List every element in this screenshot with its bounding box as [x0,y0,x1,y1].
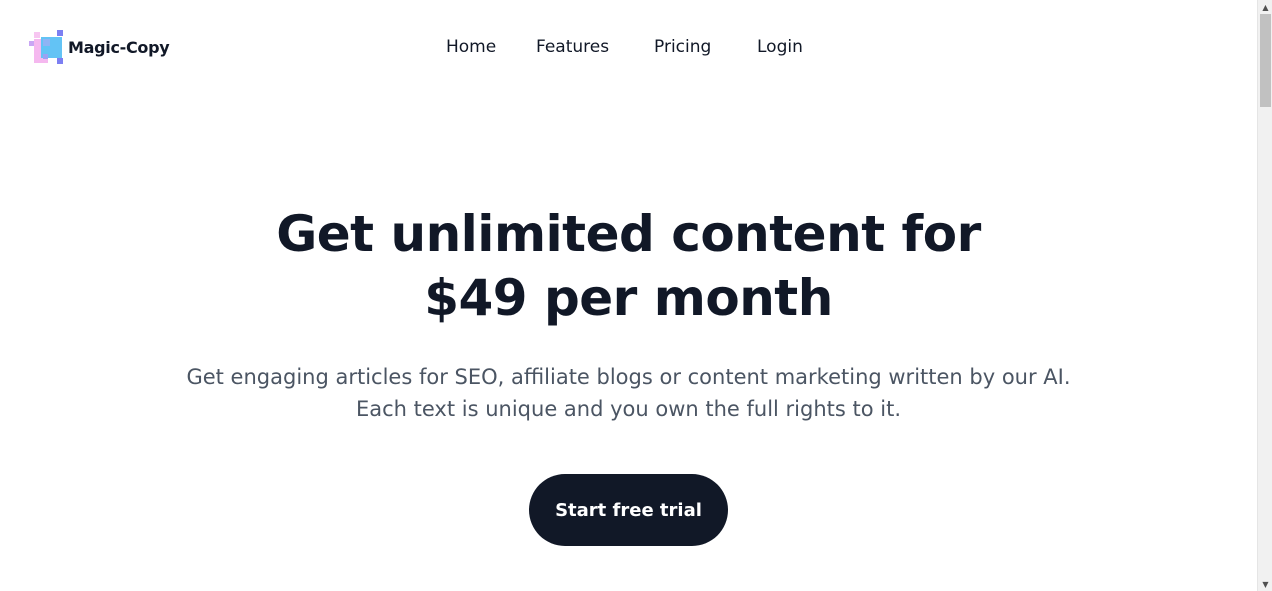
main-nav: Home Features Pricing Login [0,35,1257,59]
scroll-down-arrow-icon[interactable]: ▼ [1258,577,1272,591]
vertical-scrollbar[interactable]: ▲ ▼ [1257,0,1272,591]
nav-link-pricing[interactable]: Pricing [654,35,711,59]
hero-title: Get unlimited content for $49 per month [0,202,1257,330]
hero-title-line-1: Get unlimited content for [276,205,981,263]
start-free-trial-button[interactable]: Start free trial [529,474,728,546]
hero-subtitle-line-1: Get engaging articles for SEO, affiliate… [186,365,1071,389]
scrollbar-thumb[interactable] [1260,14,1271,107]
site-header: Magic-Copy Home Features Pricing Login [0,0,1257,94]
hero-subtitle: Get engaging articles for SEO, affiliate… [0,361,1257,425]
landing-page: Magic-Copy Home Features Pricing Login G… [0,0,1257,591]
scroll-up-arrow-icon[interactable]: ▲ [1258,0,1272,14]
hero-title-line-2: $49 per month [424,269,833,327]
nav-link-home[interactable]: Home [446,35,496,59]
nav-link-features[interactable]: Features [536,35,609,59]
nav-link-login[interactable]: Login [757,35,803,59]
hero-subtitle-line-2: Each text is unique and you own the full… [355,397,902,421]
